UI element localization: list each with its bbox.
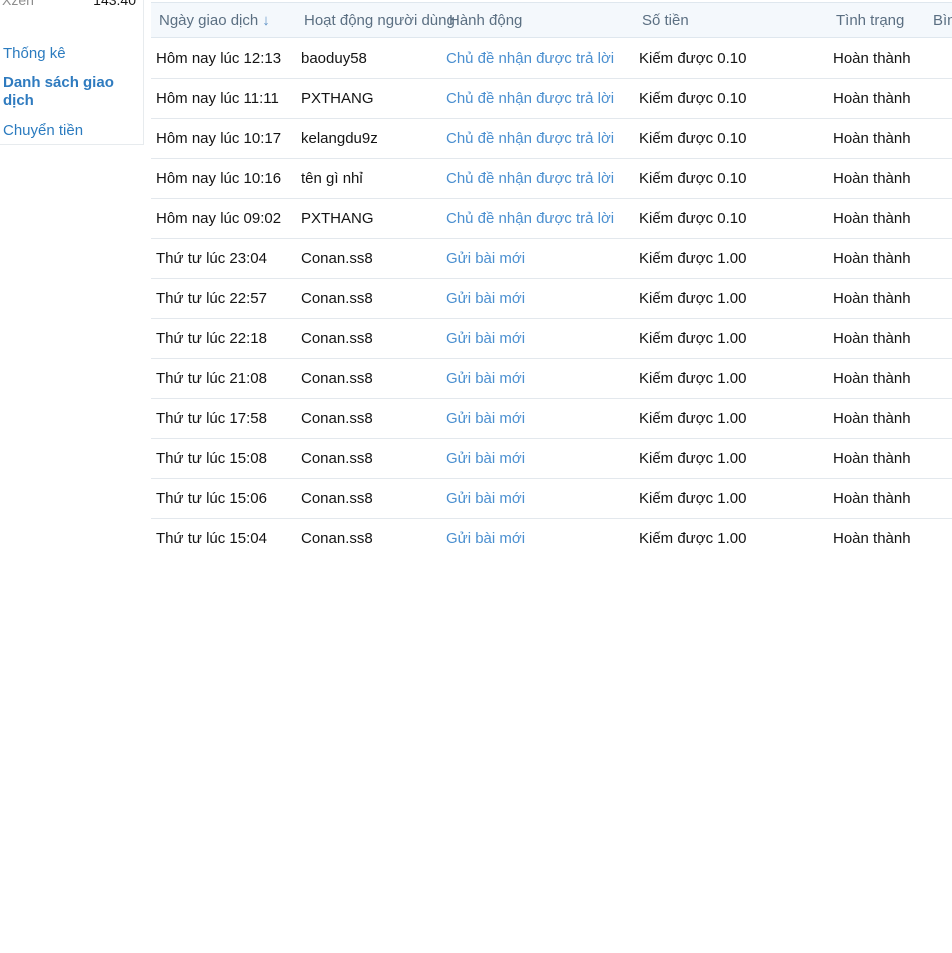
cell-status: Hoàn thành	[833, 130, 911, 147]
cell-date: Hôm nay lúc 09:02	[156, 210, 282, 227]
cell-user: PXTHANG	[301, 90, 374, 107]
cell-amount: Kiếm được 1.00	[639, 370, 747, 387]
cell-amount: Kiếm được 0.10	[639, 50, 747, 67]
table-row: Thứ tư lúc 22:18 Conan.ss8 Gửi bài mới Kiếm…	[151, 319, 952, 359]
header-action[interactable]: Hành động	[449, 12, 522, 29]
cell-user: tên gì nhỉ	[301, 170, 363, 187]
cell-status: Hoàn thành	[833, 490, 911, 507]
table-row: Hôm nay lúc 10:16 tên gì nhỉ Chủ đề nhận đ…	[151, 159, 952, 199]
table-row: Thứ tư lúc 15:06 Conan.ss8 Gửi bài mới Kiếm…	[151, 479, 952, 519]
cell-date: Hôm nay lúc 12:13	[156, 50, 282, 67]
cell-status: Hoàn thành	[833, 450, 911, 467]
cell-status: Hoàn thành	[833, 250, 911, 267]
cell-amount: Kiếm được 1.00	[639, 410, 747, 427]
cell-user: Conan.ss8	[301, 290, 373, 307]
sidebar-item-statistics[interactable]: Thống kê	[3, 45, 133, 63]
header-user[interactable]: Hoạt động người dùng	[304, 12, 455, 29]
cell-date: Hôm nay lúc 11:11	[156, 90, 279, 107]
cell-action-link[interactable]: Gửi bài mới	[446, 410, 525, 427]
cell-date: Thứ tư lúc 15:08	[156, 450, 267, 467]
cell-action-link[interactable]: Gửi bài mới	[446, 330, 525, 347]
cell-amount: Kiếm được 0.10	[639, 90, 747, 107]
cell-amount: Kiếm được 1.00	[639, 290, 747, 307]
table-row: Thứ tư lúc 22:57 Conan.ss8 Gửi bài mới Kiếm…	[151, 279, 952, 319]
sort-arrow-down-icon: ↓	[262, 12, 270, 29]
cell-user: Conan.ss8	[301, 490, 373, 507]
cell-date: Thứ tư lúc 17:58	[156, 410, 267, 427]
sidebar-item-transactions[interactable]: Danh sách giao dịch	[3, 74, 133, 110]
cell-action-link[interactable]: Chủ đề nhận được trả lời	[446, 90, 614, 107]
header-status[interactable]: Tình trạng	[836, 12, 904, 29]
cell-status: Hoàn thành	[833, 290, 911, 307]
table-row: Hôm nay lúc 10:17 kelangdu9z Chủ đề nhận đ…	[151, 119, 952, 159]
cell-date: Thứ tư lúc 21:08	[156, 370, 267, 387]
sidebar: Xzen 143.40 Thống kê Danh sách giao dịch…	[0, 0, 144, 145]
cell-user: Conan.ss8	[301, 450, 373, 467]
cell-amount: Kiếm được 1.00	[639, 250, 747, 267]
cell-action-link[interactable]: Gửi bài mới	[446, 530, 525, 547]
currency-label: Xzen	[2, 0, 34, 8]
table-row: Thứ tư lúc 15:08 Conan.ss8 Gửi bài mới Kiếm…	[151, 439, 952, 479]
cell-action-link[interactable]: Chủ đề nhận được trả lời	[446, 50, 614, 67]
cell-status: Hoàn thành	[833, 90, 911, 107]
cell-status: Hoàn thành	[833, 210, 911, 227]
cell-amount: Kiếm được 0.10	[639, 170, 747, 187]
cell-date: Hôm nay lúc 10:16	[156, 170, 282, 187]
cell-user: baoduy58	[301, 50, 367, 67]
cell-action-link[interactable]: Chủ đề nhận được trả lời	[446, 210, 614, 227]
cell-status: Hoàn thành	[833, 170, 911, 187]
table-row: Hôm nay lúc 09:02 PXTHANG Chủ đề nhận được…	[151, 199, 952, 239]
header-date-label: Ngày giao dịch	[159, 12, 259, 29]
cell-amount: Kiếm được 1.00	[639, 450, 747, 467]
table-row: Thứ tư lúc 17:58 Conan.ss8 Gửi bài mới Kiếm…	[151, 399, 952, 439]
page: Xzen 143.40 Thống kê Danh sách giao dịch…	[0, 0, 952, 953]
cell-action-link[interactable]: Gửi bài mới	[446, 250, 525, 267]
cell-date: Hôm nay lúc 10:17	[156, 130, 282, 147]
table-row: Hôm nay lúc 11:11 PXTHANG Chủ đề nhận được…	[151, 79, 952, 119]
cell-action-link[interactable]: Gửi bài mới	[446, 450, 525, 467]
cell-status: Hoàn thành	[833, 330, 911, 347]
table-row: Thứ tư lúc 15:04 Conan.ss8 Gửi bài mới Kiếm…	[151, 519, 952, 547]
balance-value: 143.40	[93, 0, 136, 8]
cell-action-link[interactable]: Gửi bài mới	[446, 370, 525, 387]
table-row: Thứ tư lúc 23:04 Conan.ss8 Gửi bài mới Kiếm…	[151, 239, 952, 279]
cell-action-link[interactable]: Chủ đề nhận được trả lời	[446, 170, 614, 187]
cell-amount: Kiếm được 1.00	[639, 530, 747, 547]
cell-date: Thứ tư lúc 22:57	[156, 290, 267, 307]
cell-status: Hoàn thành	[833, 50, 911, 67]
cell-user: PXTHANG	[301, 210, 374, 227]
cell-user: kelangdu9z	[301, 130, 378, 147]
cell-user: Conan.ss8	[301, 330, 373, 347]
table-row: Hôm nay lúc 12:13 baoduy58 Chủ đề nhận đượ…	[151, 39, 952, 79]
cell-amount: Kiếm được 0.10	[639, 130, 747, 147]
balance-row: Xzen 143.40	[2, 0, 136, 12]
sidebar-item-transfer[interactable]: Chuyển tiền	[3, 122, 133, 140]
cell-user: Conan.ss8	[301, 530, 373, 547]
cell-date: Thứ tư lúc 23:04	[156, 250, 267, 267]
cell-user: Conan.ss8	[301, 410, 373, 427]
header-extra[interactable]: Bìn	[933, 12, 952, 29]
cell-status: Hoàn thành	[833, 410, 911, 427]
cell-date: Thứ tư lúc 15:06	[156, 490, 267, 507]
header-date[interactable]: Ngày giao dịch ↓	[159, 12, 270, 29]
cell-action-link[interactable]: Chủ đề nhận được trả lời	[446, 130, 614, 147]
table-header: Ngày giao dịch ↓ Hoạt động người dùng Hàn…	[151, 2, 952, 38]
cell-amount: Kiếm được 1.00	[639, 330, 747, 347]
table-row: Thứ tư lúc 21:08 Conan.ss8 Gửi bài mới Kiếm…	[151, 359, 952, 399]
transactions-table: Ngày giao dịch ↓ Hoạt động người dùng Hàn…	[151, 0, 952, 547]
cell-user: Conan.ss8	[301, 370, 373, 387]
cell-date: Thứ tư lúc 15:04	[156, 530, 267, 547]
cell-status: Hoàn thành	[833, 370, 911, 387]
cell-amount: Kiếm được 1.00	[639, 490, 747, 507]
cell-action-link[interactable]: Gửi bài mới	[446, 490, 525, 507]
cell-status: Hoàn thành	[833, 530, 911, 547]
cell-user: Conan.ss8	[301, 250, 373, 267]
cell-amount: Kiếm được 0.10	[639, 210, 747, 227]
cell-date: Thứ tư lúc 22:18	[156, 330, 267, 347]
cell-action-link[interactable]: Gửi bài mới	[446, 290, 525, 307]
header-amount[interactable]: Số tiền	[642, 12, 689, 29]
